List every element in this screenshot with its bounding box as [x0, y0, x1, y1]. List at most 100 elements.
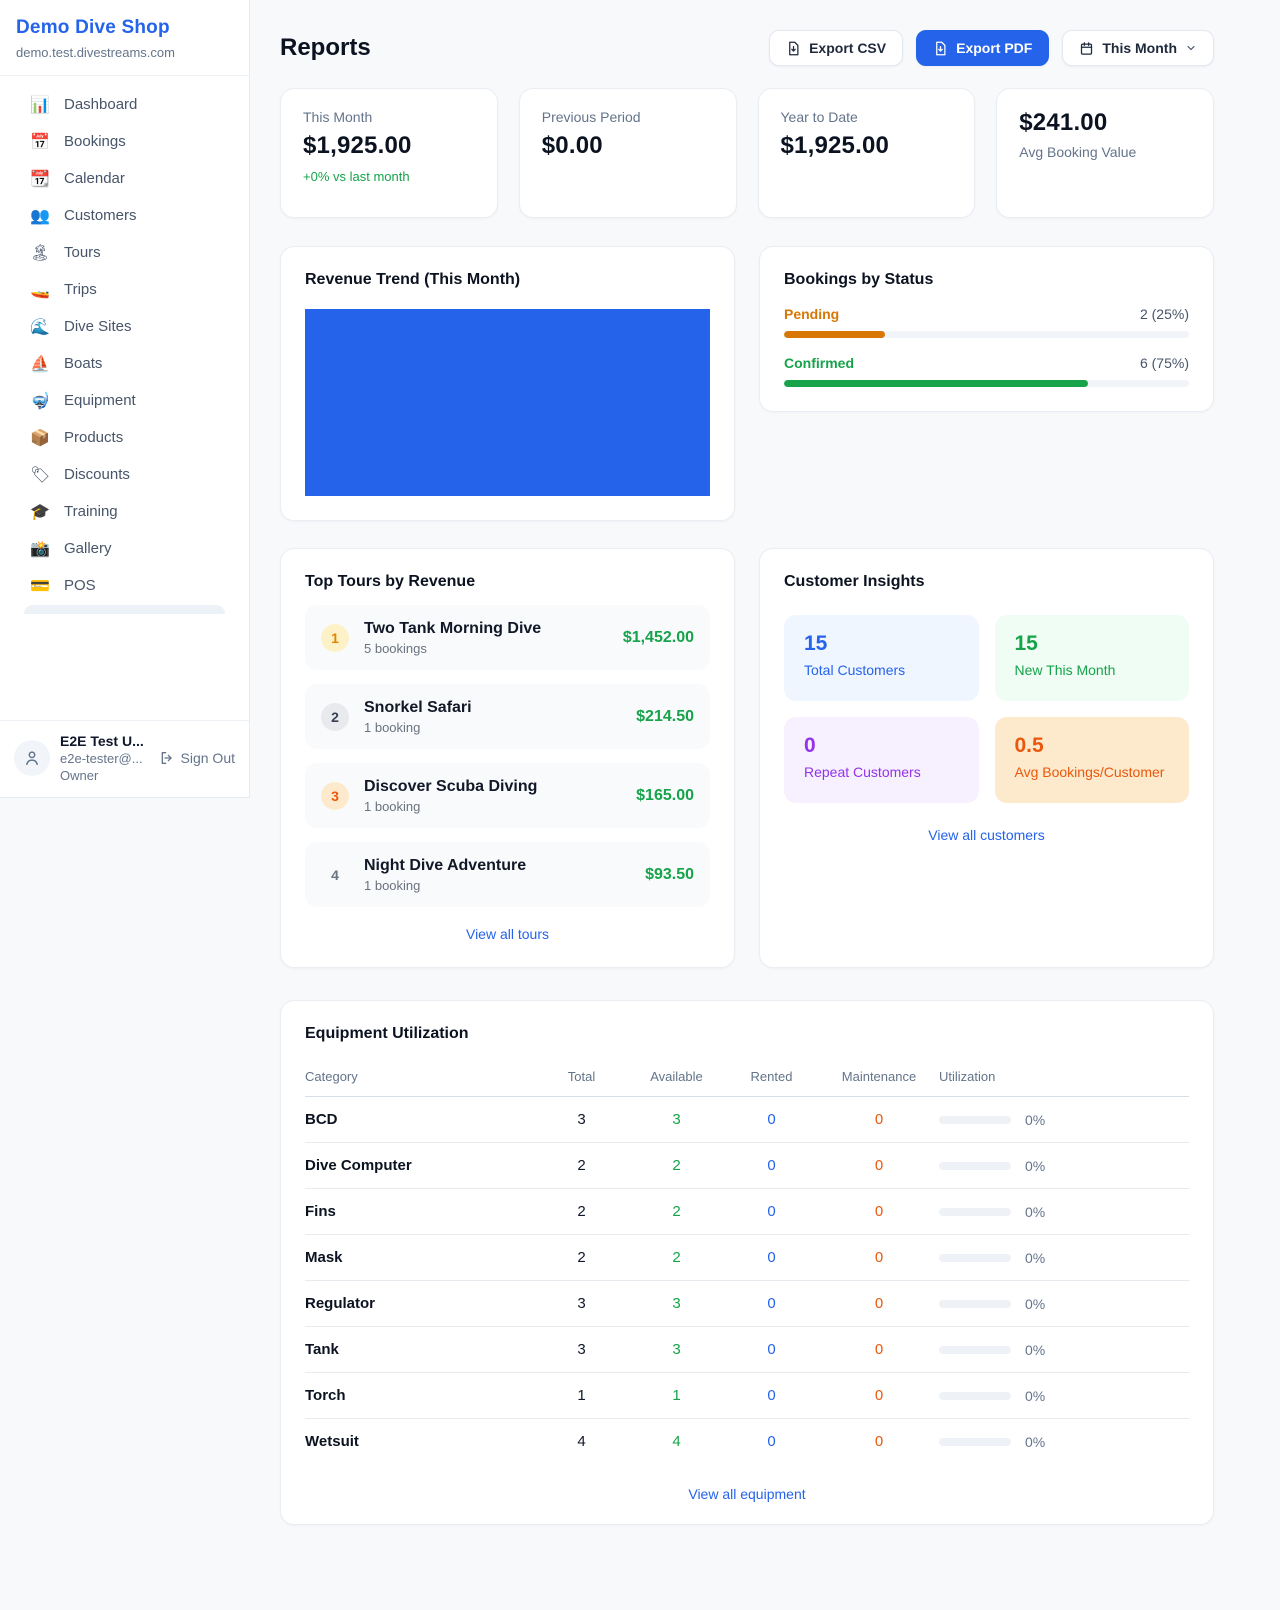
sidebar-item-label: Bookings	[64, 133, 126, 150]
cell-rented: 0	[724, 1203, 819, 1220]
view-all-equipment-link[interactable]: View all equipment	[305, 1486, 1189, 1502]
period-dropdown[interactable]: This Month	[1062, 30, 1214, 66]
graduation-cap-icon: 🎓	[30, 504, 50, 520]
active-nav-item-partially-scrolled	[24, 605, 225, 614]
shop-name: Demo Dive Shop	[16, 17, 233, 39]
tile-new-this-month: 15 New This Month	[995, 615, 1190, 701]
stat-label: Year to Date	[781, 109, 953, 125]
stat-card-avg-booking-value: $241.00 Avg Booking Value	[996, 88, 1214, 218]
progress-fill-confirmed	[784, 380, 1088, 387]
speedboat-icon: 🚤	[30, 282, 50, 298]
export-pdf-button[interactable]: Export PDF	[916, 30, 1049, 66]
sidebar-item-label: Training	[64, 503, 118, 520]
panel-title: Bookings by Status	[784, 271, 1189, 289]
customers-icon: 👥	[30, 208, 50, 224]
tour-row[interactable]: 1 Two Tank Morning Dive 5 bookings $1,45…	[305, 605, 710, 670]
utilization-track	[939, 1300, 1011, 1308]
status-row-pending: Pending 2 (25%)	[784, 306, 1189, 322]
page-header: Reports Export CSV Export PDF This Month	[280, 30, 1214, 66]
tour-name: Discover Scuba Diving	[364, 778, 537, 796]
cell-category: BCD	[305, 1111, 534, 1128]
utilization-track	[939, 1346, 1011, 1354]
user-name: E2E Test U...	[60, 733, 144, 749]
sidebar-item-customers[interactable]: 👥 Customers	[12, 197, 237, 234]
tile-label: New This Month	[1015, 662, 1170, 678]
cell-category: Mask	[305, 1249, 534, 1266]
sidebar-item-label: Equipment	[64, 392, 136, 409]
sidebar-item-dive-sites[interactable]: 🌊 Dive Sites	[12, 308, 237, 345]
sidebar-item-label: Tours	[64, 244, 101, 261]
cell-category: Tank	[305, 1341, 534, 1358]
status-label: Pending	[784, 306, 839, 322]
status-label: Confirmed	[784, 355, 854, 371]
tile-value: 15	[804, 632, 959, 656]
cell-maintenance: 0	[819, 1295, 939, 1312]
column-header-rented: Rented	[724, 1069, 819, 1084]
package-icon: 📦	[30, 430, 50, 446]
sidebar-item-tours[interactable]: 🏝 Tours	[12, 234, 237, 271]
user-email: e2e-tester@...	[60, 751, 144, 766]
stat-label: This Month	[303, 109, 475, 125]
sidebar-item-boats[interactable]: ⛵ Boats	[12, 345, 237, 382]
sidebar-item-label: Gallery	[64, 540, 112, 557]
utilization-track	[939, 1116, 1011, 1124]
table-row: Dive Computer 2 2 0 0 0%	[305, 1143, 1189, 1189]
tour-revenue: $165.00	[636, 787, 694, 805]
cell-total: 1	[534, 1387, 629, 1404]
cell-utilization: 0%	[939, 1342, 1189, 1358]
sidebar-item-gallery[interactable]: 📸 Gallery	[12, 530, 237, 567]
cell-maintenance: 0	[819, 1157, 939, 1174]
rank-badge: 4	[321, 861, 349, 889]
view-all-tours-link[interactable]: View all tours	[305, 926, 710, 942]
cell-rented: 0	[724, 1387, 819, 1404]
cell-utilization: 0%	[939, 1112, 1189, 1128]
tile-repeat-customers: 0 Repeat Customers	[784, 717, 979, 803]
view-all-customers-link[interactable]: View all customers	[784, 827, 1189, 843]
sidebar-item-pos[interactable]: 💳 POS	[12, 567, 237, 604]
sign-out-button[interactable]: Sign Out	[159, 750, 235, 766]
cell-available: 2	[629, 1203, 724, 1220]
tile-label: Avg Bookings/Customer	[1015, 764, 1170, 780]
user-info: E2E Test U... e2e-tester@... Owner	[60, 733, 144, 783]
insight-tiles: 15 Total Customers 15 New This Month 0 R…	[784, 615, 1189, 803]
sidebar-item-dashboard[interactable]: 📊 Dashboard	[12, 86, 237, 123]
bookings-by-status-panel: Bookings by Status Pending 2 (25%) Confi…	[759, 246, 1214, 412]
cell-total: 3	[534, 1295, 629, 1312]
calendar-icon: 📆	[30, 171, 50, 187]
cell-maintenance: 0	[819, 1111, 939, 1128]
cell-category: Torch	[305, 1387, 534, 1404]
tour-name: Snorkel Safari	[364, 699, 472, 717]
sidebar-item-bookings[interactable]: 📅 Bookings	[12, 123, 237, 160]
tour-row[interactable]: 2 Snorkel Safari 1 booking $214.50	[305, 684, 710, 749]
cell-total: 2	[534, 1203, 629, 1220]
cell-available: 2	[629, 1249, 724, 1266]
sidebar-item-training[interactable]: 🎓 Training	[12, 493, 237, 530]
sidebar-item-trips[interactable]: 🚤 Trips	[12, 271, 237, 308]
status-value: 2 (25%)	[1140, 306, 1189, 322]
tour-revenue: $1,452.00	[623, 629, 694, 647]
sidebar-item-calendar[interactable]: 📆 Calendar	[12, 160, 237, 197]
status-row-confirmed: Confirmed 6 (75%)	[784, 355, 1189, 371]
sidebar-item-label: Dive Sites	[64, 318, 132, 335]
camera-icon: 📸	[30, 541, 50, 557]
sidebar-item-products[interactable]: 📦 Products	[12, 419, 237, 456]
column-header-total: Total	[534, 1069, 629, 1084]
utilization-percent: 0%	[1025, 1112, 1045, 1128]
file-download-icon	[786, 41, 801, 56]
stat-cards-row: This Month $1,925.00 +0% vs last month P…	[280, 88, 1214, 218]
sidebar-item-equipment[interactable]: 🤿 Equipment	[12, 382, 237, 419]
sidebar-item-discounts[interactable]: 🏷 Discounts	[12, 456, 237, 493]
cell-total: 3	[534, 1341, 629, 1358]
cell-total: 2	[534, 1249, 629, 1266]
tour-row[interactable]: 4 Night Dive Adventure 1 booking $93.50	[305, 842, 710, 907]
sidebar: Demo Dive Shop demo.test.divestreams.com…	[0, 0, 250, 798]
sidebar-item-label: Trips	[64, 281, 97, 298]
export-csv-button[interactable]: Export CSV	[769, 30, 903, 66]
cell-available: 3	[629, 1111, 724, 1128]
tour-row[interactable]: 3 Discover Scuba Diving 1 booking $165.0…	[305, 763, 710, 828]
table-row: Regulator 3 3 0 0 0%	[305, 1281, 1189, 1327]
utilization-percent: 0%	[1025, 1158, 1045, 1174]
utilization-percent: 0%	[1025, 1342, 1045, 1358]
cell-rented: 0	[724, 1341, 819, 1358]
tile-value: 0	[804, 734, 959, 758]
